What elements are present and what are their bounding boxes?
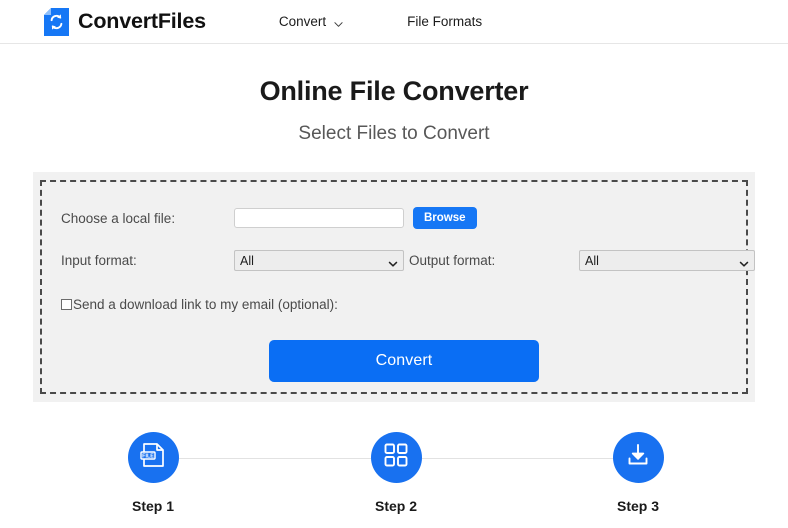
step-item-3: Step 3: [578, 432, 698, 514]
nav-item-convert[interactable]: Convert: [279, 14, 343, 29]
output-format-select-wrap: All: [579, 250, 755, 271]
format-row: Input format: All Output format: All: [61, 250, 755, 271]
step-3-label: Step 3: [616, 498, 659, 514]
input-format-select-wrap: All: [234, 250, 404, 271]
output-format-label: Output format:: [409, 253, 496, 268]
nav-item-file-formats[interactable]: File Formats: [407, 14, 482, 29]
brand-name: ConvertFiles: [78, 9, 206, 33]
main-nav: Convert File Formats: [279, 14, 482, 29]
input-format-label: Input format:: [61, 253, 137, 268]
step-item-2: Step 2: [336, 432, 456, 514]
converter-panel: Choose a local file: Browse Input format…: [33, 172, 755, 402]
step-2-circle[interactable]: [370, 432, 422, 483]
brand-logo-link[interactable]: ConvertFiles: [44, 7, 206, 36]
site-header: ConvertFiles Convert File Formats: [0, 0, 788, 44]
choose-file-row: Choose a local file: Browse: [61, 207, 477, 230]
nav-item-convert-label: Convert: [278, 14, 327, 29]
input-format-select[interactable]: All: [234, 250, 404, 271]
step-2-label: Step 2: [374, 498, 417, 514]
download-tray-icon: [624, 441, 652, 474]
email-link-checkbox[interactable]: [61, 299, 72, 310]
svg-text:FILE: FILE: [142, 454, 154, 460]
email-option-row: Send a download link to my email (option…: [61, 297, 338, 312]
step-item-1: FILE Step 1: [93, 432, 213, 514]
page-subtitle: Select Files to Convert: [298, 123, 490, 144]
output-format-select[interactable]: All: [579, 250, 755, 271]
step-1-circle[interactable]: FILE: [127, 432, 179, 483]
browse-button[interactable]: Browse: [413, 207, 477, 230]
chevron-down-icon: [334, 17, 343, 27]
grid-squares-icon: [383, 442, 409, 473]
page-title: Online File Converter: [259, 76, 529, 106]
convert-button[interactable]: Convert: [269, 340, 539, 382]
step-3-circle[interactable]: [612, 432, 664, 483]
file-convert-logo-icon: [44, 7, 69, 36]
step-1-label: Step 1: [131, 498, 174, 514]
converter-dashed-area: Choose a local file: Browse Input format…: [40, 180, 755, 394]
nav-item-file-formats-label: File Formats: [407, 14, 483, 29]
file-path-input[interactable]: [234, 208, 404, 229]
email-link-label: Send a download link to my email (option…: [73, 297, 338, 312]
file-document-icon: FILE: [140, 441, 166, 474]
choose-file-label: Choose a local file:: [61, 210, 176, 226]
